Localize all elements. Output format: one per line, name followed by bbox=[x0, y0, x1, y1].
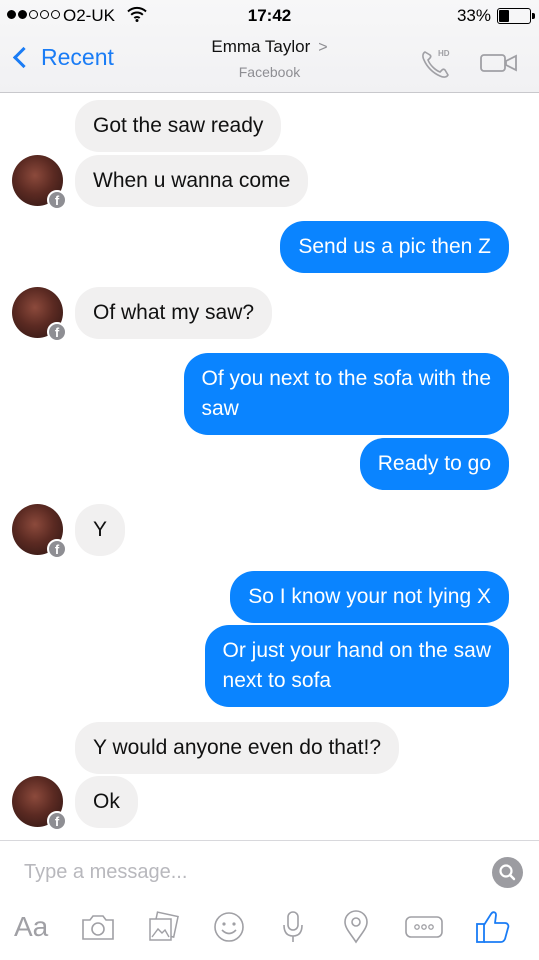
conversation-title[interactable]: Emma Taylor > Facebook bbox=[0, 37, 539, 80]
contact-avatar[interactable]: f bbox=[12, 287, 67, 342]
status-bar: O2-UK 17:42 33% bbox=[0, 0, 539, 32]
message-bubble-incoming[interactable]: When u wanna come bbox=[75, 155, 309, 207]
location-pin-icon[interactable] bbox=[341, 909, 371, 945]
message-bubble-incoming[interactable]: Y would anyone even do that!? bbox=[75, 722, 400, 774]
thumbs-up-icon[interactable] bbox=[474, 909, 512, 945]
contact-chevron-icon: > bbox=[318, 39, 328, 56]
message-bubble-incoming[interactable]: Y bbox=[75, 504, 126, 556]
message-line: Of you next to the sofa with the bbox=[201, 367, 492, 390]
message-composer: Type a message... Aa bbox=[0, 840, 539, 960]
battery-icon bbox=[497, 8, 535, 24]
message-bubble-outgoing[interactable]: Of you next to the sofa with the saw bbox=[183, 353, 509, 435]
search-icon[interactable] bbox=[492, 857, 523, 888]
top-bar: O2-UK 17:42 33% Recent Emma Taylor > Face… bbox=[0, 0, 539, 93]
message-line: saw bbox=[201, 397, 239, 420]
message-bubble-outgoing[interactable]: Ready to go bbox=[359, 438, 509, 490]
microphone-icon[interactable] bbox=[280, 909, 306, 945]
message-input[interactable]: Type a message... bbox=[24, 861, 187, 884]
message-line: next to sofa bbox=[222, 669, 332, 692]
message-bubble-incoming[interactable]: Ok bbox=[75, 776, 138, 828]
message-bubble-outgoing[interactable]: Send us a pic then Z bbox=[280, 221, 509, 273]
emoji-icon[interactable] bbox=[212, 909, 246, 945]
video-camera-icon[interactable] bbox=[479, 52, 519, 74]
text-format-icon[interactable]: Aa bbox=[14, 909, 48, 945]
camera-icon[interactable] bbox=[80, 909, 116, 945]
facebook-badge-icon: f bbox=[47, 539, 67, 559]
contact-name[interactable]: Emma Taylor bbox=[211, 37, 310, 56]
composer-toolbar: Aa bbox=[0, 909, 539, 949]
facebook-badge-icon: f bbox=[47, 811, 67, 831]
battery-percent: 33% bbox=[456, 6, 491, 25]
message-bubble-incoming[interactable]: Got the saw ready bbox=[75, 100, 282, 152]
facebook-badge-icon: f bbox=[47, 322, 67, 342]
more-icon[interactable] bbox=[404, 909, 444, 945]
message-bubble-outgoing[interactable]: So I know your not lying X bbox=[230, 571, 509, 623]
contact-avatar[interactable]: f bbox=[12, 504, 67, 559]
conversation-subtitle: Facebook bbox=[238, 64, 301, 80]
hd-badge: HD bbox=[438, 49, 450, 58]
facebook-badge-icon: f bbox=[47, 190, 67, 210]
phone-hd-icon[interactable]: HD bbox=[418, 44, 456, 80]
message-thread[interactable]: Got the saw ready f When u wanna come Se… bbox=[0, 93, 539, 840]
message-bubble-outgoing[interactable]: Or just your hand on the saw next to sof… bbox=[204, 625, 509, 707]
gallery-icon[interactable] bbox=[147, 909, 179, 945]
contact-avatar[interactable]: f bbox=[12, 155, 67, 210]
contact-avatar[interactable]: f bbox=[12, 776, 67, 831]
message-line: Or just your hand on the saw bbox=[222, 639, 491, 662]
message-bubble-incoming[interactable]: Of what my saw? bbox=[75, 287, 273, 339]
